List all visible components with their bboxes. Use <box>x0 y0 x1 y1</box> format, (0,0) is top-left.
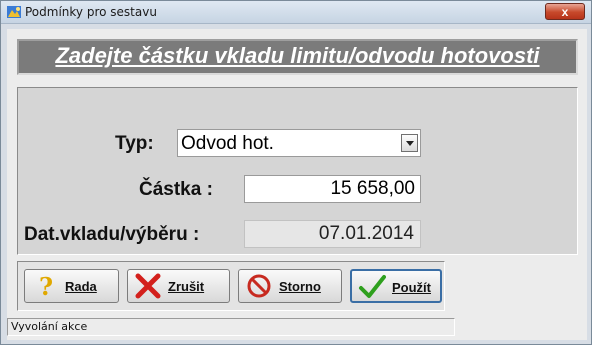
type-select-value: Odvod hot. <box>181 133 274 154</box>
title-bar: Podmínky pro sestavu x <box>1 1 591 24</box>
type-label: Typ: <box>115 133 154 154</box>
app-icon <box>7 6 21 18</box>
cancel-button[interactable]: Zrušit <box>127 269 230 303</box>
help-button[interactable]: ? Rada <box>24 269 119 303</box>
question-icon: ? <box>39 273 53 299</box>
chevron-down-icon[interactable] <box>401 134 418 152</box>
amount-field[interactable]: 15 658,00 <box>244 175 421 203</box>
form-panel: Typ: Odvod hot. Částka : 15 658,00 Dat.v… <box>17 87 578 255</box>
apply-button-label: Použít <box>392 280 431 295</box>
cancel-button-label: Zrušit <box>168 279 205 294</box>
cross-icon <box>135 273 161 299</box>
prohibited-icon <box>247 274 271 298</box>
svg-text:?: ? <box>39 273 53 299</box>
type-select[interactable]: Odvod hot. <box>177 129 421 157</box>
help-button-label: Rada <box>65 279 97 294</box>
amount-label: Částka : <box>139 179 213 200</box>
dialog-body: Zadejte částku vkladu limitu/odvodu hoto… <box>7 29 587 340</box>
date-label: Dat.vkladu/výběru : <box>24 224 200 245</box>
close-button[interactable]: x <box>545 3 585 20</box>
storno-button-label: Storno <box>279 279 321 294</box>
button-bar: ? Rada Zrušit Storno Použít <box>17 261 445 311</box>
dialog-window: Podmínky pro sestavu x Zadejte částku vk… <box>0 0 592 345</box>
apply-button[interactable]: Použít <box>350 269 442 303</box>
status-bar: Vyvolání akce <box>7 318 455 336</box>
page-title: Zadejte částku vkladu limitu/odvodu hoto… <box>55 43 540 68</box>
window-title: Podmínky pro sestavu <box>25 5 157 19</box>
header-banner: Zadejte částku vkladu limitu/odvodu hoto… <box>17 39 578 75</box>
storno-button[interactable]: Storno <box>238 269 342 303</box>
checkmark-icon <box>359 275 386 298</box>
date-field: 07.01.2014 <box>244 220 421 248</box>
